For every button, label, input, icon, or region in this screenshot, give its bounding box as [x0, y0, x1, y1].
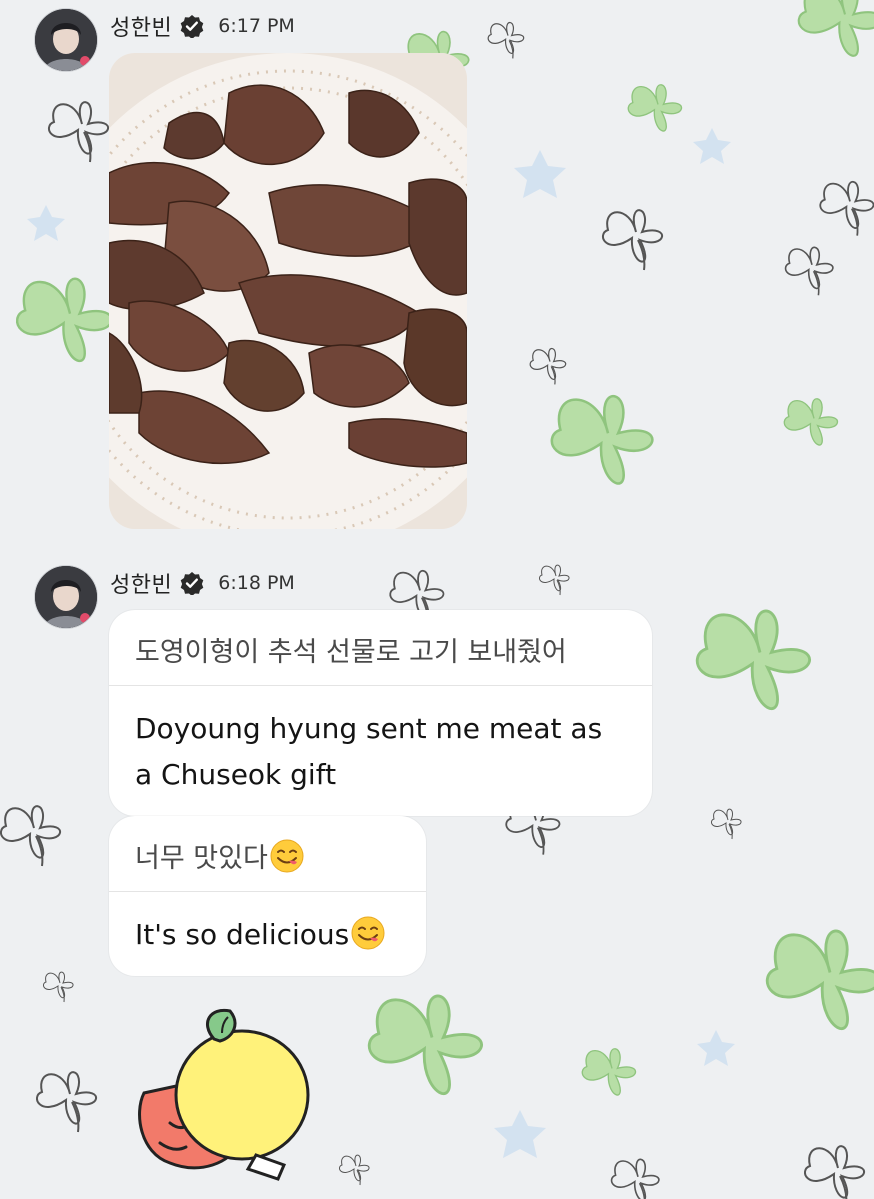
message-bubble[interactable]: 너무 맛있다 It's so delicious: [109, 816, 426, 976]
original-text-row: 너무 맛있다: [109, 816, 426, 892]
yum-face-emoji-icon: [270, 839, 304, 873]
yum-face-emoji-icon: [351, 916, 385, 950]
message-time: 6:18 PM: [218, 572, 295, 594]
translated-text: Doyoung hyung sent me meat as a Chuseok …: [135, 712, 603, 791]
verified-badge-icon: [180, 572, 204, 595]
sender-name: 성한빈: [110, 16, 173, 41]
message-header: 성한빈 6:18 PM: [110, 567, 295, 599]
message-bubble[interactable]: 도영이형이 추석 선물로 고기 보내줬어 Doyoung hyung sent …: [109, 610, 652, 816]
grilled-beef-photo: [109, 53, 467, 529]
original-text: 도영이형이 추석 선물로 고기 보내줬어: [109, 610, 652, 686]
translated-text-row: It's so delicious: [109, 892, 426, 976]
message-time: 6:17 PM: [218, 15, 295, 37]
lemon-character-sticker[interactable]: [130, 1003, 320, 1183]
avatar[interactable]: [34, 565, 98, 629]
original-text: 너무 맛있다: [135, 843, 268, 874]
avatar[interactable]: [34, 8, 98, 72]
verified-badge-icon: [180, 15, 204, 38]
sender-name: 성한빈: [110, 573, 173, 598]
message-header: 성한빈 6:17 PM: [110, 10, 295, 42]
photo-message[interactable]: [109, 53, 467, 529]
translated-text: It's so delicious: [135, 918, 350, 951]
